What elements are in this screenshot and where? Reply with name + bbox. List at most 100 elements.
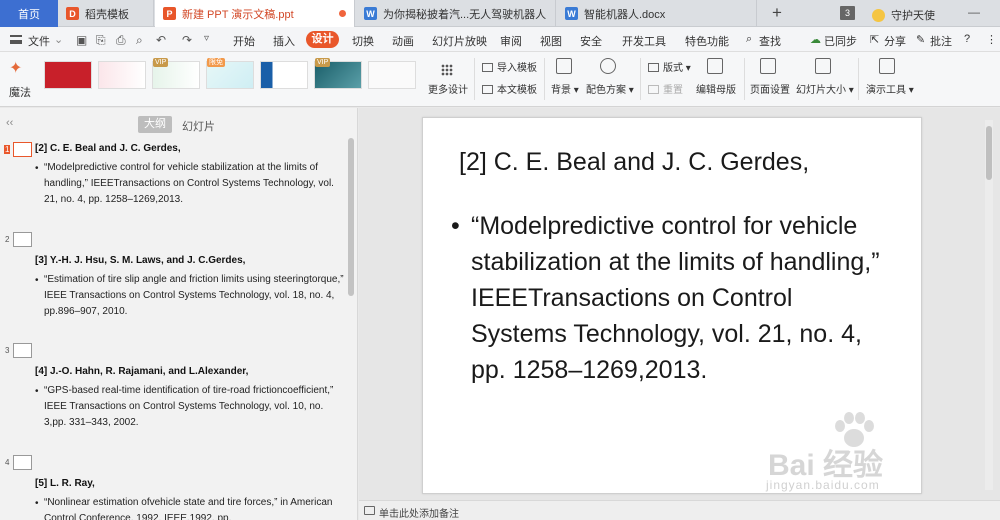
limited-free-badge: 限免 — [207, 58, 225, 67]
outline-title[interactable]: [4] J.-O. Hahn, R. Rajamani, and L.Alexa… — [35, 366, 248, 377]
outline-title[interactable]: [5] L. R. Ray, — [35, 478, 95, 489]
design-template-thumb[interactable] — [368, 61, 416, 89]
slide-icon[interactable] — [13, 455, 32, 470]
outline-body[interactable]: “GPS-based real-time identification of t… — [44, 383, 344, 431]
template-icon — [482, 85, 493, 94]
ppt-icon: P — [163, 7, 176, 20]
guardian-button[interactable]: 守护天使 — [872, 7, 935, 23]
help-icon[interactable]: ? — [964, 33, 970, 45]
slide-icon[interactable] — [13, 142, 32, 157]
tab-slides[interactable]: 幻灯片 — [182, 118, 215, 134]
print-icon[interactable]: ⎙ — [116, 33, 126, 48]
search-menu[interactable]: 查找 — [759, 33, 781, 49]
layout-icon — [648, 63, 659, 72]
vip-badge: VIP — [153, 58, 169, 67]
import-template-button[interactable]: 导入模板 — [482, 59, 537, 74]
outline-scrollbar[interactable] — [348, 138, 354, 296]
tab-label: 智能机器人.docx — [584, 8, 666, 21]
export-icon[interactable]: ⎘ — [96, 33, 106, 48]
search-icon[interactable]: ⌕ — [746, 33, 752, 46]
tab-new-ppt[interactable]: P 新建 PPT 演示文稿.ppt — [155, 0, 355, 27]
comment-icon: ✎ — [916, 34, 926, 46]
design-template-thumb[interactable] — [98, 61, 146, 89]
customize-toolbar-icon[interactable]: ▿ — [204, 33, 209, 44]
slide-body-text[interactable]: “Modelpredictive control for vehicle sta… — [471, 208, 891, 388]
more-design-button[interactable]: 更多设计 — [428, 81, 468, 96]
outline-slide-1[interactable]: 1 [2] C. E. Beal and J. C. Gerdes, • “Mo… — [0, 142, 350, 232]
comment-button[interactable]: 批注 — [930, 33, 952, 49]
background-button[interactable]: 背景 ▾ — [551, 81, 579, 96]
menu-review[interactable]: 审阅 — [500, 33, 522, 49]
file-menu[interactable]: 文件 — [28, 33, 50, 49]
ribbon-divider — [858, 58, 859, 100]
menu-transition[interactable]: 切换 — [352, 33, 374, 49]
menu-features[interactable]: 特色功能 — [685, 33, 729, 49]
print-preview-icon[interactable]: ⌕ — [136, 33, 143, 48]
outline-title[interactable]: [2] C. E. Beal and J. C. Gerdes, — [35, 143, 181, 154]
collapse-panel-icon[interactable]: ‹‹ — [6, 117, 13, 129]
outline-body[interactable]: “Estimation of tire slip angle and frict… — [44, 272, 344, 320]
undo-icon[interactable]: ↶ — [156, 33, 166, 47]
canvas-scrollbar-thumb[interactable] — [986, 126, 992, 180]
document-tab-bar: 首页 D 稻壳模板 P 新建 PPT 演示文稿.ppt W 为你揭秘披着汽...… — [0, 0, 1000, 27]
magic-wand-icon: ✦ — [9, 60, 23, 77]
present-tools-button[interactable]: 演示工具 ▾ — [866, 81, 914, 96]
slide-title[interactable]: [2] C. E. Beal and J. C. Gerdes, — [459, 148, 809, 177]
reset-button[interactable]: 重置 — [648, 81, 683, 96]
menu-insert[interactable]: 插入 — [273, 33, 295, 49]
more-icon[interactable]: ⋮ — [986, 33, 997, 46]
bullet-icon: • — [35, 498, 39, 509]
tab-smart-robot-docx[interactable]: W 智能机器人.docx — [557, 0, 757, 27]
text-template-label: 本文模板 — [497, 85, 537, 96]
new-tab-button[interactable]: + — [772, 3, 782, 23]
slide-icon[interactable] — [13, 232, 32, 247]
page-setup-icon — [760, 58, 776, 74]
outline-slide-3[interactable]: 3 [4] J.-O. Hahn, R. Rajamani, and L.Ale… — [0, 343, 350, 443]
outline-slide-4[interactable]: 4 [5] L. R. Ray, • “Nonlinear estimation… — [0, 455, 350, 520]
slide-number: 2 — [5, 235, 10, 244]
menu-security[interactable]: 安全 — [580, 33, 602, 49]
tab-daoke-templates[interactable]: D 稻壳模板 — [58, 0, 154, 27]
notes-placeholder[interactable]: 单击此处添加备注 — [379, 505, 459, 520]
layout-button[interactable]: 版式 ▾ — [648, 59, 691, 74]
redo-icon[interactable]: ↷ — [182, 33, 192, 47]
menu-hamburger-icon[interactable] — [10, 35, 22, 44]
text-template-button[interactable]: 本文模板 — [482, 81, 537, 96]
outline-body[interactable]: “Modelpredictive control for vehicle sta… — [44, 160, 344, 208]
slide-icon[interactable] — [13, 343, 32, 358]
page-setup-button[interactable]: 页面设置 — [750, 81, 790, 96]
watermark-url: jingyan.baidu.com — [766, 478, 880, 492]
notes-bar[interactable]: 单击此处添加备注 — [359, 500, 1000, 520]
color-scheme-button[interactable]: 配色方案 ▾ — [586, 81, 634, 96]
slide-size-icon — [815, 58, 831, 74]
share-button[interactable]: 分享 — [884, 33, 906, 49]
background-icon — [556, 58, 572, 74]
menu-slideshow[interactable]: 幻灯片放映 — [432, 33, 487, 49]
outline-title[interactable]: [3] Y.-H. J. Hsu, S. M. Laws, and J. C.G… — [35, 255, 245, 266]
menu-animation[interactable]: 动画 — [392, 33, 414, 49]
menu-developer[interactable]: 开发工具 — [622, 33, 666, 49]
present-tools-icon — [879, 58, 895, 74]
window-count-badge[interactable]: 3 — [840, 6, 855, 20]
menu-view[interactable]: 视图 — [540, 33, 562, 49]
ribbon-divider — [544, 58, 545, 100]
background-label: 背景 — [551, 85, 571, 96]
tab-home[interactable]: 首页 — [0, 0, 58, 27]
design-template-thumb[interactable] — [260, 61, 308, 89]
ribbon-divider — [640, 58, 641, 100]
menu-design[interactable]: 设计 — [306, 31, 339, 48]
slide-number: 3 — [5, 346, 10, 355]
outline-body[interactable]: “Nonlinear estimation ofvehicle state an… — [44, 495, 344, 520]
chevron-down-icon[interactable]: ⌄ — [54, 33, 63, 46]
edit-master-button[interactable]: 编辑母版 — [696, 81, 736, 96]
design-template-thumb[interactable] — [44, 61, 92, 89]
slide-size-button[interactable]: 幻灯片大小 ▾ — [796, 81, 854, 96]
sync-status[interactable]: 已同步 — [824, 33, 857, 49]
outline-slide-2[interactable]: 2 [3] Y.-H. J. Hsu, S. M. Laws, and J. C… — [0, 232, 350, 332]
tab-outline[interactable]: 大纲 — [138, 116, 172, 133]
save-icon[interactable]: ▣ — [76, 33, 87, 47]
window-minimize-icon[interactable]: — — [968, 5, 980, 19]
tab-robot-article[interactable]: W 为你揭秘披着汽...无人驾驶机器人 — [356, 0, 556, 27]
menu-home[interactable]: 开始 — [233, 33, 255, 49]
magic-button[interactable]: 魔法 — [9, 84, 31, 100]
